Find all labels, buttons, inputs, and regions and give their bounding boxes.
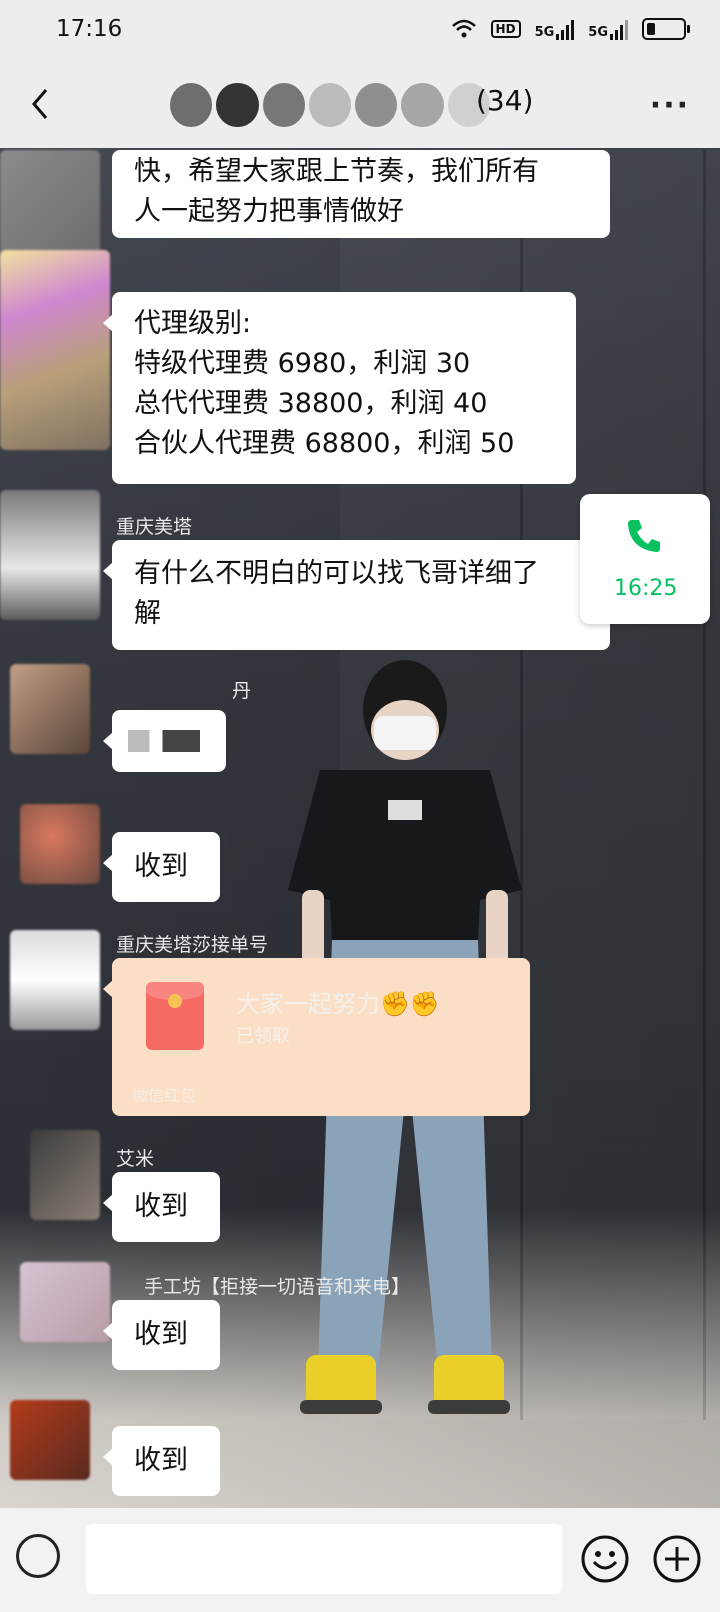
group-member-count[interactable]: (34) [476,84,533,117]
message-text-line: 人一起努力把事情做好 [134,196,404,227]
redacted-text [128,730,200,752]
message-text: 收到 [134,1319,188,1350]
message-input[interactable] [86,1524,562,1594]
voice-icon[interactable] [16,1534,60,1578]
message-bubble[interactable]: 快，希望大家跟上节奏，我们所有 人一起努力把事情做好 [112,150,610,238]
red-packet-footer: 微信红包 [132,1086,197,1105]
red-packet-title: 大家一起努力✊✊ [236,990,440,1018]
network-5g-2: 5G [588,18,628,40]
message-bubble[interactable] [103,710,226,772]
signal-icon [556,18,575,40]
status-time: 17:16 [56,16,123,42]
message-text-line: 特级代理费 6980，利润 30 [134,348,471,379]
red-packet-status: 已领取 [236,1026,290,1047]
red-packet-icon [146,982,204,1050]
network-5g-label-2: 5G [588,25,608,40]
message-text-line: 有什么不明白的可以找飞哥详细了 [134,558,539,589]
avatar[interactable] [10,930,100,1030]
message-bubble[interactable]: 收到 [103,832,220,902]
sender-name: 丹 [232,680,252,702]
back-chevron-icon[interactable] [22,82,62,126]
sender-name: 重庆美塔莎接单号 [116,934,269,956]
avatar[interactable] [20,804,100,884]
plus-icon[interactable] [652,1534,702,1584]
message-text-line: 总代代理费 38800，利润 40 [134,388,488,419]
wifi-icon [451,19,476,38]
more-options-icon[interactable]: ··· [650,88,690,123]
sender-name: 艾米 [116,1148,155,1170]
emoji-icon[interactable] [580,1534,630,1584]
message-text-line: 代理级别: [134,308,252,339]
message-bubble[interactable]: 有什么不明白的可以找飞哥详细了 解 [103,540,610,650]
sender-name: 重庆美塔 [116,516,193,538]
input-bar [0,1508,720,1612]
call-time: 16:25 [614,576,678,601]
chat-header: (34) ··· [0,64,720,148]
avatar[interactable] [0,490,100,620]
avatar[interactable] [0,250,110,450]
message-bubble[interactable]: 收到 [103,1300,220,1370]
network-5g-label: 5G [534,25,555,40]
network-5g-1: 5G [535,18,575,40]
voice-call-record[interactable]: 16:25 [580,494,710,624]
message-bubble[interactable]: 收到 [103,1426,220,1496]
battery-icon [642,18,690,40]
message-bubble[interactable]: 代理级别: 特级代理费 6980，利润 30 总代代理费 38800，利润 40… [103,292,576,484]
message-text-line: 合伙人代理费 68800，利润 50 [134,428,515,459]
message-text: 收到 [134,1445,188,1476]
avatar[interactable] [20,1262,110,1342]
avatar[interactable] [10,664,90,754]
message-text: 收到 [134,1191,188,1222]
avatar[interactable] [10,1400,90,1480]
avatar[interactable] [30,1130,100,1220]
phone-icon [628,520,660,552]
hd-badge: HD [490,20,521,38]
group-title-redacted [170,66,490,144]
message-text: 收到 [134,851,188,882]
status-bar: 17:16 HD 5G 5G [0,0,720,64]
status-icons: HD 5G 5G [451,18,690,40]
red-packet-message[interactable]: 大家一起努力✊✊ 已领取 微信红包 [103,958,530,1116]
message-bubble[interactable]: 收到 [103,1172,220,1242]
signal-icon-2 [610,18,628,40]
message-text-line: 解 [134,598,161,629]
sender-name: 手工坊【拒接一切语音和来电】 [144,1276,411,1298]
message-text-line: 快，希望大家跟上节奏，我们所有 [134,156,539,187]
